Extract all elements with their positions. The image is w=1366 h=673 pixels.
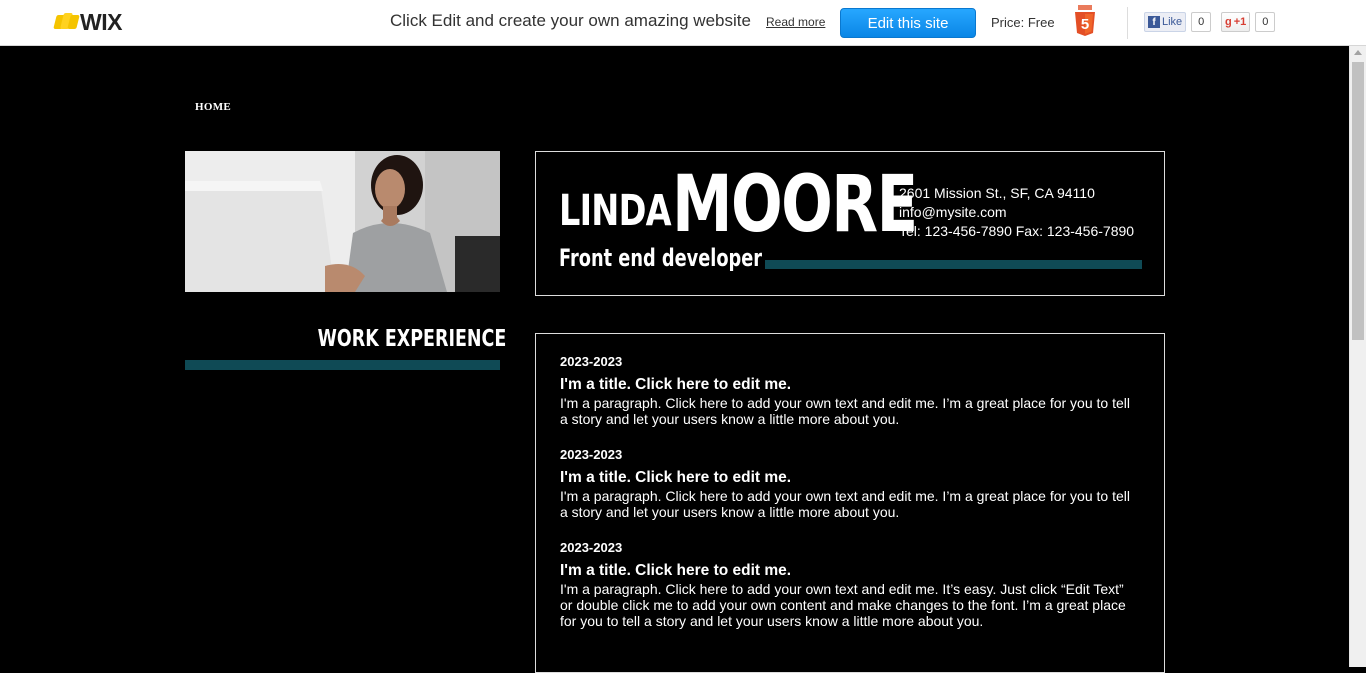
- scroll-up-arrow-icon[interactable]: [1354, 50, 1362, 55]
- entry-paragraph[interactable]: I'm a paragraph. Click here to add your …: [560, 395, 1140, 427]
- entry-paragraph[interactable]: I'm a paragraph. Click here to add your …: [560, 488, 1140, 520]
- entry-title[interactable]: I'm a title. Click here to edit me.: [560, 468, 1140, 487]
- svg-text:5: 5: [1081, 16, 1089, 33]
- facebook-icon: f: [1148, 16, 1160, 28]
- edit-this-site-button[interactable]: Edit this site: [840, 8, 976, 38]
- html5-icon: 5: [1075, 5, 1095, 36]
- google-plus-label: +1: [1233, 16, 1247, 28]
- experience-entry: 2023-2023 I'm a title. Click here to edi…: [560, 540, 1140, 629]
- read-more-link[interactable]: Read more: [766, 15, 825, 29]
- google-plus-widget: g +1 0: [1221, 12, 1276, 32]
- entry-date: 2023-2023: [560, 540, 623, 555]
- role-accent-bar: [765, 260, 1142, 269]
- experience-entry: 2023-2023 I'm a title. Click here to edi…: [560, 447, 1140, 520]
- price-label: Price: Free: [991, 15, 1055, 30]
- facebook-like-label: Like: [1162, 16, 1183, 28]
- contact-info: 2601 Mission St., SF, CA 94110 info@mysi…: [899, 184, 1134, 241]
- wix-top-bar: WIX Click Edit and create your own amazi…: [0, 0, 1366, 46]
- entry-date: 2023-2023: [560, 447, 623, 462]
- google-plus-button[interactable]: g +1: [1221, 12, 1251, 32]
- work-experience-accent-bar: [185, 360, 500, 370]
- experience-entry: 2023-2023 I'm a title. Click here to edi…: [560, 354, 1140, 427]
- last-name: MOORE: [672, 160, 918, 250]
- facebook-like-button[interactable]: f Like: [1144, 12, 1187, 32]
- page-scrollbar[interactable]: [1349, 46, 1366, 667]
- nav-home-link[interactable]: HOME: [195, 101, 231, 113]
- toolbar-divider: [1127, 7, 1128, 39]
- profile-photo-illustration: [185, 151, 500, 292]
- wix-logo-text: WIX: [80, 8, 122, 35]
- google-plus-count: 0: [1255, 12, 1276, 32]
- first-name: LINDA: [559, 186, 672, 236]
- facebook-like-widget: f Like 0: [1144, 12, 1212, 32]
- promo-text: Click Edit and create your own amazing w…: [390, 11, 751, 30]
- profile-photo: [185, 151, 500, 292]
- entry-paragraph[interactable]: I'm a paragraph. Click here to add your …: [560, 581, 1140, 629]
- contact-phone: Tel: 123-456-7890 Fax: 123-456-7890: [899, 223, 1135, 239]
- facebook-like-count: 0: [1191, 12, 1212, 32]
- scrollbar-thumb[interactable]: [1352, 62, 1364, 340]
- work-experience-heading: WORK EXPERIENCE: [317, 326, 507, 352]
- contact-email[interactable]: info@mysite.com: [899, 203, 1134, 222]
- wix-crown-icon: [53, 13, 80, 31]
- entry-title[interactable]: I'm a title. Click here to edit me.: [560, 375, 1140, 394]
- entry-date: 2023-2023: [560, 354, 623, 369]
- entry-title[interactable]: I'm a title. Click here to edit me.: [560, 561, 1140, 580]
- wix-logo[interactable]: WIX: [53, 8, 122, 35]
- google-plus-icon: g: [1225, 16, 1232, 28]
- job-role: Front end developer: [559, 244, 763, 272]
- contact-address: 2601 Mission St., SF, CA 94110: [899, 185, 1095, 201]
